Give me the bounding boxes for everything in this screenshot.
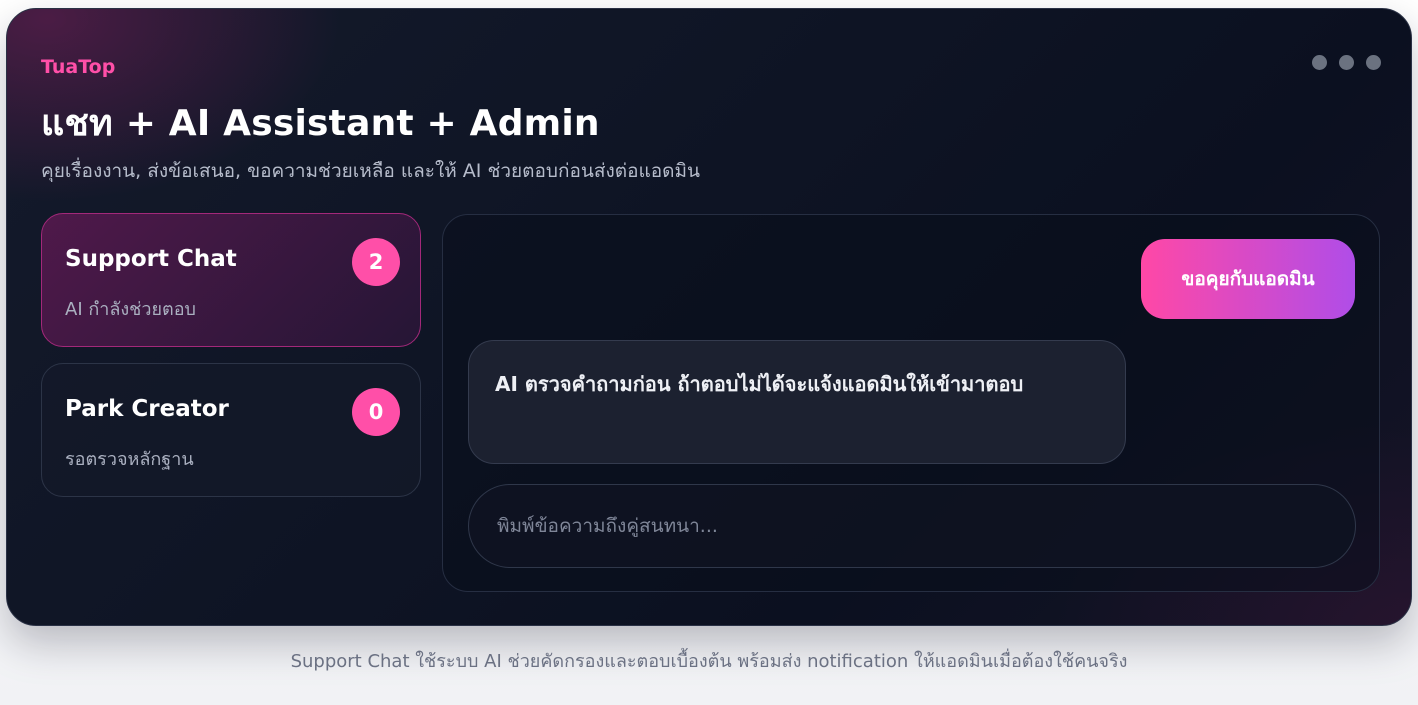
page-subtitle: คุยเรื่องงาน, ส่งข้อเสนอ, ขอความช่วยเหลื… bbox=[41, 160, 700, 182]
conversation-item-support-chat[interactable]: Support Chat AI กำลังช่วยตอบ 2 bbox=[41, 213, 421, 347]
conversation-item-park-creator[interactable]: Park Creator รอตรวจหลักฐาน 0 bbox=[41, 363, 421, 497]
chat-card: TuaTop แชท + AI Assistant + Admin คุยเรื… bbox=[6, 8, 1412, 626]
request-admin-button[interactable]: ขอคุยกับแอดมิน bbox=[1141, 239, 1355, 319]
footer-caption: Support Chat ใช้ระบบ AI ช่วยคัดกรองและตอ… bbox=[290, 651, 1128, 672]
chat-panel: ขอคุยกับแอดมิน AI ตรวจคำถามก่อน ถ้าตอบไม… bbox=[442, 214, 1380, 592]
conversation-name: Support Chat bbox=[65, 246, 237, 272]
message-input[interactable] bbox=[497, 515, 1327, 537]
dot bbox=[1339, 55, 1354, 70]
stage: TuaTop แชท + AI Assistant + Admin คุยเรื… bbox=[0, 0, 1418, 705]
more-dots-icon[interactable] bbox=[1312, 55, 1381, 70]
unread-badge: 0 bbox=[352, 388, 400, 436]
brand-label: TuaTop bbox=[41, 56, 116, 78]
dot bbox=[1366, 55, 1381, 70]
dot bbox=[1312, 55, 1327, 70]
unread-badge: 2 bbox=[352, 238, 400, 286]
ai-message-bubble: AI ตรวจคำถามก่อน ถ้าตอบไม่ได้จะแจ้งแอดมิ… bbox=[468, 340, 1126, 464]
conversation-name: Park Creator bbox=[65, 396, 229, 422]
conversation-status: รอตรวจหลักฐาน bbox=[65, 449, 194, 470]
page-title: แชท + AI Assistant + Admin bbox=[41, 103, 600, 144]
message-composer[interactable] bbox=[468, 484, 1356, 568]
conversation-status: AI กำลังช่วยตอบ bbox=[65, 299, 196, 320]
